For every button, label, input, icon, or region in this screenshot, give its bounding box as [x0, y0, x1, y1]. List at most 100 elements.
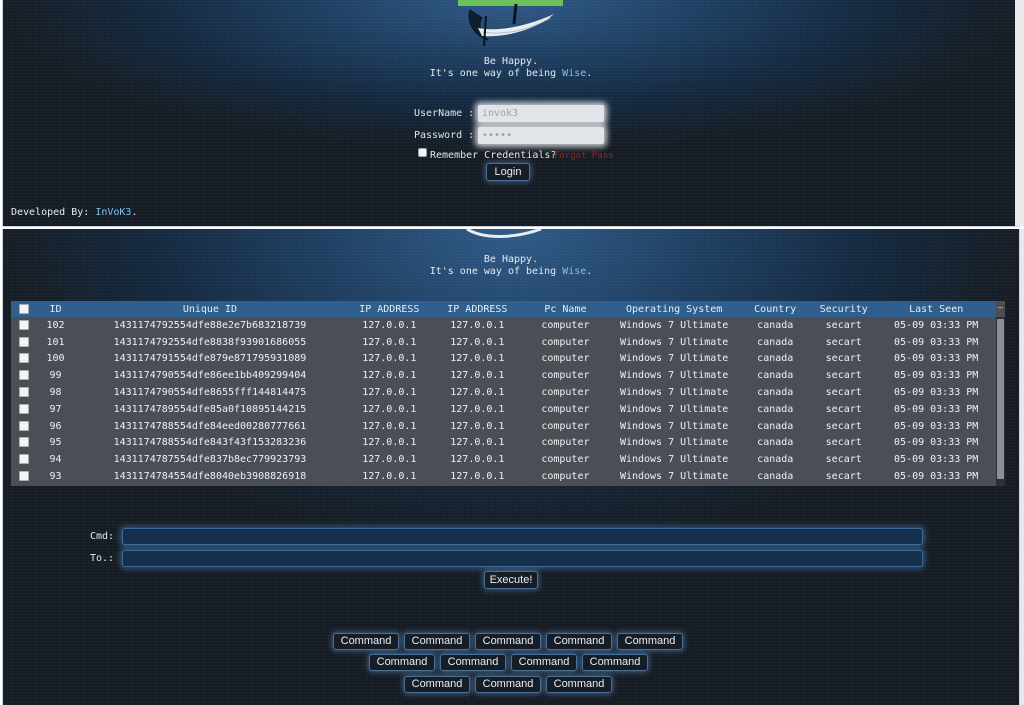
- command-button[interactable]: Command: [369, 654, 435, 671]
- logo-icon: [468, 3, 554, 47]
- cell-id: 97: [49, 403, 62, 415]
- cell-security: secart: [825, 454, 862, 466]
- col-id[interactable]: ID: [37, 301, 74, 317]
- command-button[interactable]: Command: [582, 654, 648, 671]
- table-row[interactable]: 98 1431174790554dfe8655fff144814475 127.0.…: [11, 384, 996, 401]
- cell-operating-system: Windows 7 Ultimate: [619, 420, 729, 432]
- cell-ip-address: 127.0.0.1: [362, 420, 417, 432]
- command-button[interactable]: Command: [404, 633, 470, 650]
- table-row[interactable]: 101 1431174792554dfe8838f93901686055 127.0…: [11, 334, 996, 351]
- table-row[interactable]: 93 1431174784554dfe8040eb3908826918 127.0.…: [11, 468, 996, 485]
- cell-ip-address-2: 127.0.0.1: [450, 403, 505, 415]
- command-button[interactable]: Command: [511, 654, 577, 671]
- cell-pc-name: computer: [541, 319, 590, 331]
- password-label: Password :: [414, 130, 475, 141]
- cell-ip-address: 127.0.0.1: [362, 387, 417, 399]
- row-checkbox[interactable]: [19, 403, 30, 414]
- command-button[interactable]: Command: [440, 654, 506, 671]
- table-row[interactable]: 96 1431174788554dfe84eed00280777661 127.0.…: [11, 418, 996, 435]
- command-button[interactable]: Command: [617, 633, 683, 650]
- cell-country: canada: [757, 437, 794, 449]
- forgot-password-link[interactable]: Forgot Pass: [554, 151, 614, 161]
- cell-country: canada: [757, 387, 794, 399]
- panel-tagline-highlight: Wise: [562, 266, 587, 277]
- row-checkbox[interactable]: [19, 420, 30, 431]
- command-button[interactable]: Command: [546, 676, 612, 693]
- scroll-up-caret-icon[interactable]: –: [998, 303, 1003, 312]
- table-row[interactable]: 97 1431174789554dfe85a0f10895144215 127.0.…: [11, 401, 996, 418]
- table-scrollbar-thumb[interactable]: [997, 319, 1004, 479]
- username-label: UserName :: [414, 108, 475, 119]
- cell-unique-id: 1431174792554dfe8838f93901686055: [113, 336, 307, 348]
- col-last-seen[interactable]: Last Seen: [876, 301, 996, 317]
- row-checkbox[interactable]: [19, 353, 30, 364]
- command-button[interactable]: Command: [475, 676, 541, 693]
- login-button[interactable]: Login: [486, 163, 530, 181]
- col-pc-name[interactable]: Pc Name: [522, 301, 609, 317]
- row-select-cell: [11, 401, 37, 418]
- cell-operating-system: Windows 7 Ultimate: [619, 403, 729, 415]
- command-button[interactable]: Command: [475, 633, 541, 650]
- cell-ip-address: 127.0.0.1: [362, 319, 417, 331]
- to-input[interactable]: [122, 550, 923, 567]
- col-security[interactable]: Security: [811, 301, 876, 317]
- row-select-cell: [11, 351, 37, 368]
- row-select-cell: [11, 317, 37, 334]
- cell-unique-id: 1431174791554dfe879e871795931089: [113, 353, 307, 365]
- cell-id: 94: [49, 454, 62, 466]
- table-row[interactable]: 94 1431174787554dfe837b8ec779923793 127.0.…: [11, 451, 996, 468]
- row-checkbox[interactable]: [19, 437, 30, 448]
- col-ip-address-2[interactable]: IP ADDRESS: [433, 301, 522, 317]
- execute-button[interactable]: Execute!: [484, 571, 538, 589]
- cell-last-seen: 05-09 03:33 PM: [894, 403, 979, 415]
- cell-security: secart: [825, 420, 862, 432]
- table-row[interactable]: 102 1431174792554dfe88e2e7b683218739 127.0…: [11, 317, 996, 334]
- cell-security: secart: [825, 387, 862, 399]
- cell-unique-id: 1431174790554dfe86ee1bb409299404: [113, 370, 307, 382]
- cell-pc-name: computer: [541, 370, 590, 382]
- remember-checkbox[interactable]: [418, 148, 427, 157]
- cell-pc-name: computer: [541, 471, 590, 483]
- page-scrollbar-top[interactable]: [1015, 0, 1024, 226]
- cell-unique-id: 1431174788554dfe843f43f153283236: [113, 437, 307, 449]
- cell-id: 93: [49, 471, 62, 483]
- cmd-input[interactable]: [122, 528, 923, 545]
- select-all-checkbox[interactable]: [19, 303, 30, 314]
- password-input[interactable]: [478, 127, 604, 144]
- row-checkbox[interactable]: [19, 319, 30, 330]
- row-checkbox[interactable]: [19, 370, 30, 381]
- table-row[interactable]: 99 1431174790554dfe86ee1bb409299404 127.0.…: [11, 367, 996, 384]
- row-select-cell: [11, 334, 37, 351]
- command-button[interactable]: Command: [404, 676, 470, 693]
- cell-operating-system: Windows 7 Ultimate: [619, 471, 729, 483]
- cmd-label: Cmd:: [90, 531, 115, 542]
- cell-country: canada: [757, 471, 794, 483]
- username-input[interactable]: [478, 105, 604, 122]
- cell-operating-system: Windows 7 Ultimate: [619, 454, 729, 466]
- row-checkbox[interactable]: [19, 454, 30, 465]
- cell-id: 96: [49, 420, 62, 432]
- cell-operating-system: Windows 7 Ultimate: [619, 353, 729, 365]
- table-row[interactable]: 100 1431174791554dfe879e871795931089 127.0…: [11, 351, 996, 368]
- row-checkbox[interactable]: [19, 387, 30, 398]
- row-select-cell: [11, 384, 37, 401]
- developed-by: Developed By: InVoK3.: [11, 207, 137, 218]
- cell-country: canada: [757, 319, 794, 331]
- cell-country: canada: [757, 370, 794, 382]
- cell-security: secart: [825, 471, 862, 483]
- col-ip-address[interactable]: IP ADDRESS: [346, 301, 433, 317]
- cell-ip-address-2: 127.0.0.1: [450, 420, 505, 432]
- row-checkbox[interactable]: [19, 336, 30, 347]
- command-button[interactable]: Command: [546, 633, 612, 650]
- cell-ip-address-2: 127.0.0.1: [450, 319, 505, 331]
- cell-ip-address: 127.0.0.1: [362, 471, 417, 483]
- page-scrollbar-bottom[interactable]: [1020, 229, 1024, 705]
- col-country[interactable]: Country: [739, 301, 811, 317]
- col-unique-id[interactable]: Unique ID: [74, 301, 346, 317]
- cell-last-seen: 05-09 03:33 PM: [894, 353, 979, 365]
- col-operating-system[interactable]: Operating System: [609, 301, 739, 317]
- row-checkbox[interactable]: [19, 471, 30, 482]
- command-button[interactable]: Command: [333, 633, 399, 650]
- table-row[interactable]: 95 1431174788554dfe843f43f153283236 127.0.…: [11, 435, 996, 452]
- cell-security: secart: [825, 336, 862, 348]
